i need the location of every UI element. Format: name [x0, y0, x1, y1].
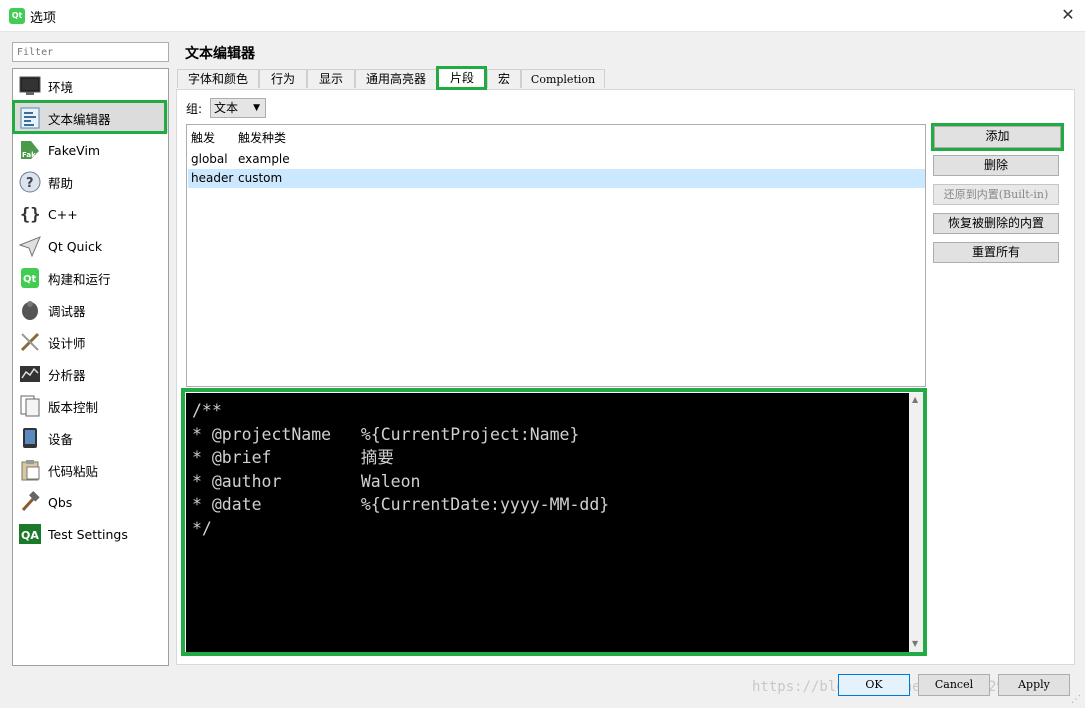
sidebar-item-label: 设计师: [48, 335, 86, 351]
sidebar-item-cpp[interactable]: {} C++: [13, 199, 168, 229]
table-cell: global: [191, 152, 228, 166]
resize-grip-icon[interactable]: ⋰: [1071, 694, 1081, 705]
device-icon: [19, 427, 41, 449]
snippets-table[interactable]: 触发 触发种类 global example header custom: [186, 124, 926, 387]
table-cell: example: [238, 152, 290, 166]
sidebar-item-debugger[interactable]: 调试器: [13, 295, 168, 325]
tab-macros[interactable]: 宏: [487, 69, 521, 88]
sidebar-item-label: 版本控制: [48, 399, 99, 415]
version-control-icon: [19, 395, 41, 417]
table-cell: header: [191, 171, 234, 185]
sidebar-item-fakevim[interactable]: Fake FakeVim: [13, 135, 168, 165]
highlight-frame-editor: [181, 388, 927, 656]
sidebar-item-qt-quick[interactable]: Qt Quick: [13, 231, 168, 261]
remove-button[interactable]: 删除: [933, 155, 1059, 176]
sidebar-item-qbs[interactable]: Qbs: [13, 487, 168, 517]
close-button[interactable]: ✕: [1055, 4, 1081, 26]
sidebar-item-analyzer[interactable]: 分析器: [13, 359, 168, 389]
svg-text:Fake: Fake: [22, 151, 41, 159]
sidebar-item-environment[interactable]: 环境: [13, 71, 168, 101]
category-list[interactable]: 环境 文本编辑器 Fake FakeVim ? 帮助 {} C++ Qt Qui…: [12, 68, 169, 666]
debugger-icon: [19, 299, 41, 321]
tab-display[interactable]: 显示: [307, 69, 355, 88]
sidebar-item-label: Qt Quick: [48, 238, 103, 254]
paper-plane-icon: [19, 235, 41, 257]
sidebar-item-label: Qbs: [48, 494, 73, 510]
svg-text:?: ?: [26, 176, 34, 191]
highlight-frame-add: [931, 123, 1064, 151]
qt-logo-icon: Qt: [9, 8, 25, 24]
filter-input[interactable]: [12, 42, 169, 62]
sidebar-item-label: 设备: [48, 431, 74, 447]
table-row[interactable]: global example: [188, 150, 925, 169]
table-cell: custom: [238, 171, 283, 185]
ok-button[interactable]: OK: [838, 674, 910, 696]
sidebar-item-devices[interactable]: 设备: [13, 423, 168, 453]
sidebar-item-build-run[interactable]: Qt 构建和运行: [13, 263, 168, 293]
cancel-button[interactable]: Cancel: [918, 674, 990, 696]
reset-all-button[interactable]: 重置所有: [933, 242, 1059, 263]
restore-removed-builtins-button[interactable]: 恢复被删除的内置: [933, 213, 1059, 234]
fakevim-icon: Fake: [19, 139, 41, 161]
code-paste-icon: [19, 459, 41, 481]
sidebar-item-version-control[interactable]: 版本控制: [13, 391, 168, 421]
sidebar-item-label: 环境: [48, 79, 74, 95]
column-header-trigger-kind[interactable]: 触发种类: [238, 129, 286, 146]
group-label: 组:: [186, 102, 203, 116]
build-run-icon: Qt: [19, 267, 41, 289]
monitor-icon: [19, 75, 41, 97]
sidebar-item-label: C++: [48, 206, 78, 222]
braces-icon: {}: [19, 203, 41, 225]
column-header-trigger[interactable]: 触发: [191, 129, 215, 146]
sidebar-item-label: 构建和运行: [48, 271, 111, 287]
svg-text:{}: {}: [20, 205, 40, 225]
sidebar-item-help[interactable]: ? 帮助: [13, 167, 168, 197]
sidebar-item-label: 分析器: [48, 367, 86, 383]
svg-text:QA: QA: [21, 529, 39, 542]
tab-completion[interactable]: Completion: [521, 69, 605, 88]
table-row[interactable]: header custom: [188, 169, 925, 188]
sidebar-item-code-paste[interactable]: 代码粘贴: [13, 455, 168, 485]
analyzer-icon: [19, 363, 41, 385]
highlight-frame-tab: [436, 66, 487, 90]
tab-behavior[interactable]: 行为: [259, 69, 307, 88]
apply-button[interactable]: Apply: [998, 674, 1070, 696]
window-title: 选项: [30, 11, 57, 26]
revert-builtin-button[interactable]: 还原到内置(Built-in): [933, 184, 1059, 205]
tab-font-colors[interactable]: 字体和颜色: [177, 69, 259, 88]
page-title: 文本编辑器: [185, 46, 255, 62]
dropdown-arrow-icon: ▼: [253, 103, 260, 113]
sidebar-item-test-settings[interactable]: QA Test Settings: [13, 519, 168, 549]
sidebar-item-designer[interactable]: 设计师: [13, 327, 168, 357]
group-select[interactable]: 文本 ▼: [210, 98, 266, 118]
sidebar-item-label: FakeVim: [48, 142, 101, 158]
qa-icon: QA: [19, 523, 41, 545]
sidebar-item-label: 帮助: [48, 175, 74, 191]
sidebar-item-label: 代码粘贴: [48, 463, 99, 479]
designer-icon: [19, 331, 41, 353]
help-icon: ?: [19, 171, 41, 193]
title-bar: Qt 选项 ✕: [0, 0, 1085, 32]
svg-text:Qt: Qt: [23, 274, 37, 285]
highlight-frame-sidebar: [12, 100, 167, 134]
hammer-icon: [19, 491, 41, 513]
sidebar-item-label: 调试器: [48, 303, 86, 319]
group-select-value: 文本: [214, 101, 239, 115]
sidebar-item-label: Test Settings: [48, 526, 128, 542]
tab-generic-highlighter[interactable]: 通用高亮器: [355, 69, 437, 88]
